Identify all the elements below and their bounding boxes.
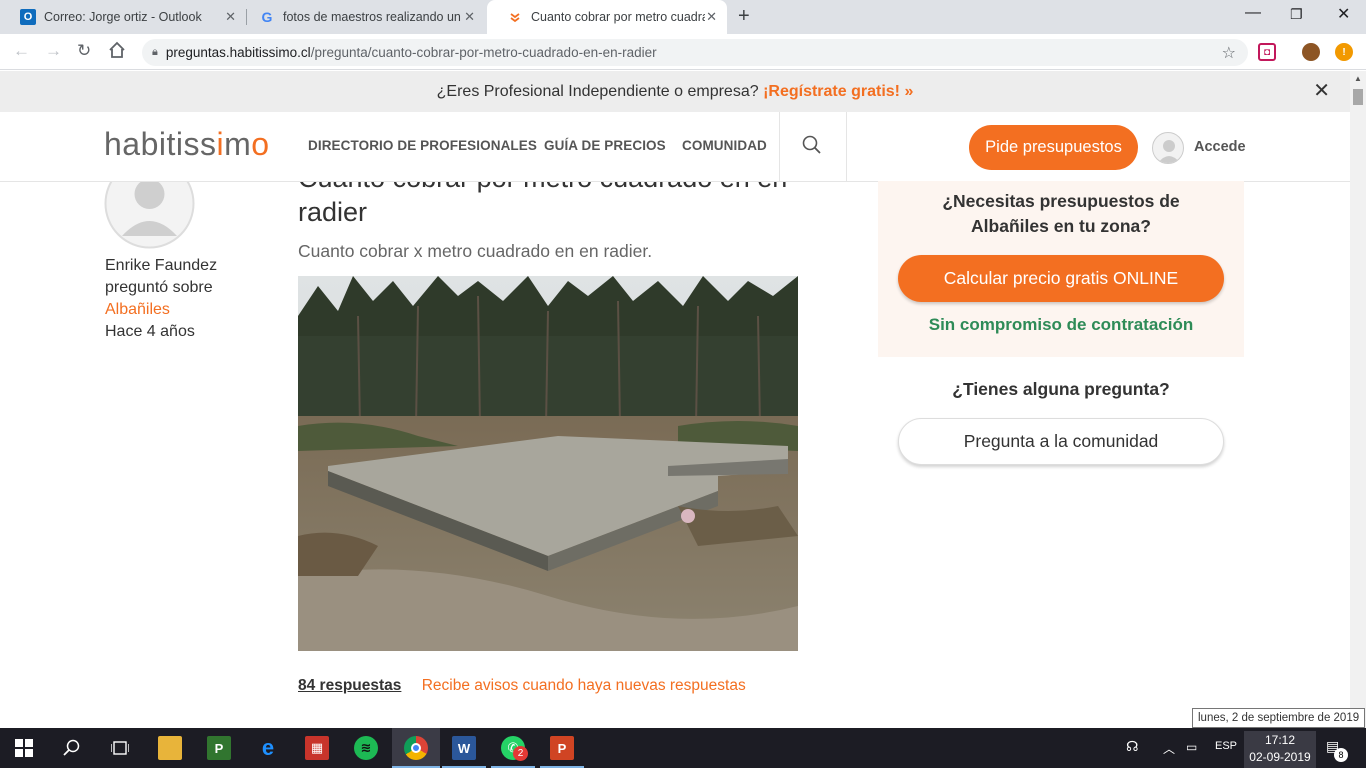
home-icon — [109, 41, 125, 58]
logo-text-accent: i — [216, 126, 225, 162]
bookmark-star-icon[interactable]: ☆ — [1222, 43, 1236, 63]
site-header: habitissimo DIRECTORIO DE PROFESIONALES … — [0, 112, 1350, 182]
chrome-icon[interactable] — [404, 736, 428, 760]
system-clock[interactable]: 17:12 02-09-2019 — [1244, 731, 1316, 768]
spotify-icon[interactable]: ≋ — [354, 736, 378, 760]
request-quotes-button[interactable]: Pide presupuestos — [969, 125, 1138, 170]
ask-community-button[interactable]: Pregunta a la comunidad — [898, 418, 1224, 465]
banner-text: ¿Eres Profesional Independiente o empres… — [436, 83, 759, 100]
nav-directorio[interactable]: DIRECTORIO DE PROFESIONALES — [308, 138, 537, 153]
google-icon: G — [261, 9, 273, 25]
reload-button[interactable]: ↻ — [77, 41, 91, 61]
word-icon[interactable]: W — [452, 736, 476, 760]
url-path: /pregunta/cuanto-cobrar-por-metro-cuadra… — [310, 45, 657, 60]
calculate-price-button[interactable]: Calcular precio gratis ONLINE — [898, 255, 1224, 302]
forward-button[interactable]: → — [45, 41, 62, 61]
powerpoint-icon[interactable]: P — [550, 736, 574, 760]
user-icon[interactable] — [1152, 132, 1184, 164]
outlook-icon: O — [20, 9, 36, 25]
project-icon[interactable]: P — [207, 736, 231, 760]
close-window-button[interactable]: ✕ — [1337, 4, 1350, 24]
clock-time: 17:12 — [1264, 733, 1296, 747]
close-tab-icon[interactable]: ✕ — [225, 9, 236, 25]
scrollbar-thumb[interactable] — [1353, 89, 1363, 105]
question-age: Hace 4 años — [105, 323, 195, 340]
logo-text: habitiss — [104, 126, 217, 162]
search-icon[interactable] — [60, 736, 84, 760]
gift-app-icon[interactable]: ▦ — [305, 736, 329, 760]
habitissimo-logo[interactable]: habitissimo — [104, 126, 270, 163]
update-alert-icon[interactable]: ! — [1335, 43, 1353, 61]
close-banner-icon[interactable]: ✕ — [1313, 71, 1330, 112]
tab-habitissimo[interactable]: Cuanto cobrar por metro cuadrado ✕ — [487, 0, 727, 34]
notification-count: 8 — [1334, 748, 1348, 762]
category-link[interactable]: Albañiles — [105, 299, 217, 321]
page-scrollbar[interactable]: ▲ — [1350, 71, 1366, 728]
quote-promo-box: ¿Necesitas presupuestos de Albañiles en … — [878, 181, 1244, 357]
answers-count-link[interactable]: 84 respuestas — [298, 677, 401, 694]
new-tab-button[interactable]: + — [738, 5, 750, 28]
promo-heading: ¿Necesitas presupuestos de Albañiles en … — [878, 189, 1244, 239]
whatsapp-badge: 2 — [513, 746, 528, 761]
tab-outlook[interactable]: O Correo: Jorge ortiz - Outlook ✕ — [0, 0, 246, 34]
lock-icon: 🔒︎ — [152, 46, 158, 58]
author-name[interactable]: Enrike Faundez — [105, 255, 217, 277]
promo-heading-line: Albañiles en tu zona? — [971, 216, 1151, 236]
browser-tab-strip: O Correo: Jorge ortiz - Outlook ✕ G foto… — [0, 0, 1366, 34]
people-icon[interactable]: ☊ — [1126, 738, 1138, 755]
close-tab-icon[interactable]: ✕ — [706, 9, 717, 25]
extension-icon[interactable]: ◘ — [1258, 43, 1276, 61]
home-button[interactable] — [108, 41, 126, 64]
register-link[interactable]: ¡Regístrate gratis! » — [763, 83, 913, 100]
habitissimo-icon — [507, 9, 523, 25]
answers-bar: 84 respuestas Recibe avisos cuando haya … — [298, 677, 746, 695]
question-title-line: radier — [298, 197, 368, 227]
maximize-button[interactable]: ❐ — [1290, 6, 1303, 23]
chevron-up-icon[interactable]: ︿ — [1163, 740, 1175, 757]
logo-text-accent: o — [251, 126, 270, 162]
file-explorer-icon[interactable] — [158, 736, 182, 760]
scroll-up-arrow-icon[interactable]: ▲ — [1354, 74, 1362, 83]
minimize-button[interactable]: — — [1245, 4, 1261, 22]
author-avatar — [104, 176, 195, 249]
close-tab-icon[interactable]: ✕ — [464, 9, 475, 25]
no-commitment-text: Sin compromiso de contratación — [928, 315, 1194, 334]
search-icon[interactable] — [802, 135, 822, 160]
language-indicator[interactable]: ESP — [1215, 740, 1237, 752]
clock-date: 02-09-2019 — [1249, 750, 1311, 764]
logo-text: m — [224, 126, 252, 162]
notify-link[interactable]: Recibe avisos cuando haya nuevas respues… — [422, 677, 746, 694]
profile-avatar[interactable] — [1302, 43, 1320, 61]
url-host: preguntas.habitissimo.cl — [165, 45, 311, 60]
windows-start-icon[interactable] — [12, 736, 36, 760]
task-view-icon[interactable] — [108, 736, 132, 760]
address-bar[interactable]: 🔒︎ preguntas.habitissimo.cl/pregunta/cua… — [142, 39, 1248, 66]
question-description: Cuanto cobrar x metro cuadrado en en rad… — [298, 241, 653, 261]
date-tooltip: lunes, 2 de septiembre de 2019 — [1192, 708, 1366, 728]
author-info: Enrike Faundez preguntó sobre Albañiles … — [105, 255, 217, 343]
windows-taskbar: P e ▦ ≋ W ✆ 2 P ☊ ︿ ▭ ESP 17:12 02-09-20… — [0, 728, 1366, 768]
ask-heading: ¿Tienes alguna pregunta? — [952, 379, 1170, 399]
browser-toolbar: ← → ↻ 🔒︎ preguntas.habitissimo.cl/pregun… — [0, 34, 1366, 70]
nav-guia-precios[interactable]: GUÍA DE PRECIOS — [544, 138, 666, 153]
login-link[interactable]: Accede — [1194, 139, 1246, 155]
question-photo[interactable] — [298, 276, 798, 651]
page-viewport: ¿Eres Profesional Independiente o empres… — [0, 71, 1350, 728]
edge-icon[interactable]: e — [256, 735, 280, 760]
tab-google[interactable]: G fotos de maestros realizando un ✕ — [239, 0, 485, 34]
back-button[interactable]: ← — [13, 41, 30, 61]
header-divider — [846, 112, 847, 182]
nav-comunidad[interactable]: COMUNIDAD — [682, 138, 767, 153]
battery-icon[interactable]: ▭ — [1186, 740, 1197, 754]
tab-title: fotos de maestros realizando un — [283, 10, 461, 24]
tab-title: Correo: Jorge ortiz - Outlook — [44, 10, 202, 24]
pro-signup-banner: ¿Eres Profesional Independiente o empres… — [0, 71, 1350, 112]
promo-heading-line: ¿Necesitas presupuestos de — [942, 191, 1180, 211]
header-divider — [779, 112, 780, 182]
tab-title: Cuanto cobrar por metro cuadrado — [531, 10, 705, 24]
author-verb: preguntó sobre — [105, 279, 213, 296]
